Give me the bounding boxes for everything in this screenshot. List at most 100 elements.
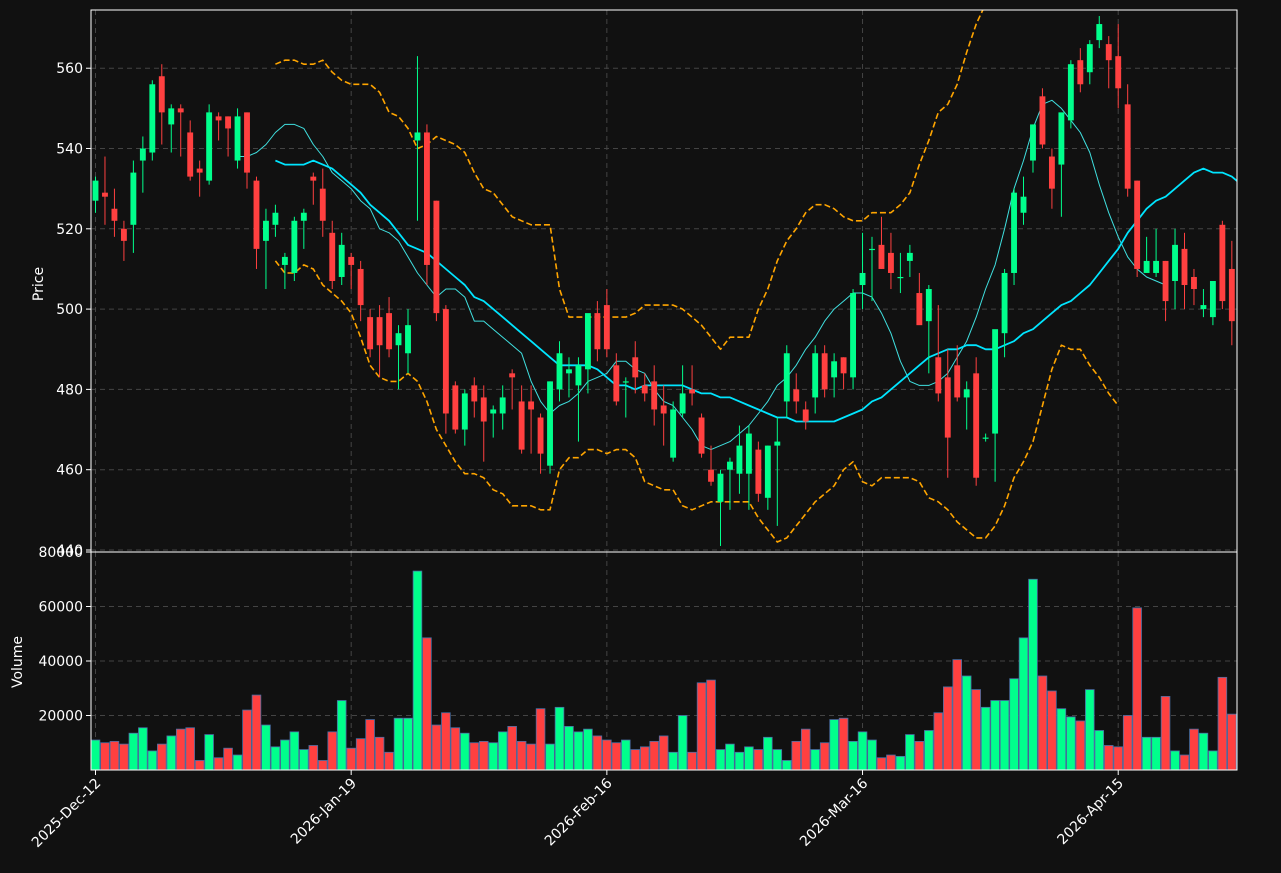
volume-bar — [469, 742, 480, 770]
candle-body — [215, 116, 222, 121]
candle-body — [575, 365, 582, 386]
volume-bar — [1189, 728, 1199, 770]
volume-bar — [431, 724, 442, 770]
volume-bar — [270, 746, 281, 770]
candle-body — [1020, 196, 1027, 213]
candle-body — [1039, 96, 1046, 145]
candle-body — [556, 353, 563, 390]
volume-axis-title: Volume — [10, 636, 26, 688]
candle-body — [1134, 180, 1141, 269]
volume-bar — [175, 728, 186, 770]
candle-body — [1067, 64, 1074, 121]
candle-body — [263, 220, 269, 241]
volume-tick-label: 60000 — [38, 600, 83, 616]
candle-body — [281, 256, 288, 265]
volume-bar — [308, 745, 319, 770]
volume-bar — [100, 742, 110, 770]
volume-bar — [280, 739, 290, 770]
volume-bar — [905, 734, 915, 770]
candle-body — [442, 309, 449, 414]
volume-bar — [857, 731, 868, 770]
volume-bar — [460, 732, 470, 770]
candle-body — [139, 148, 146, 161]
candle-body — [1011, 192, 1017, 273]
volume-bar — [1047, 690, 1057, 770]
volume-bar — [251, 694, 262, 770]
volume-bar — [924, 730, 934, 770]
candle-body — [423, 132, 430, 265]
candle-body — [613, 365, 620, 402]
candle-body — [518, 401, 525, 450]
volume-bar — [914, 740, 925, 770]
candle-body — [632, 357, 639, 378]
volume-bar — [1075, 720, 1086, 770]
volume-bar — [782, 760, 792, 770]
candle-body — [272, 212, 279, 225]
candle-body — [982, 437, 989, 439]
volume-bar — [639, 746, 650, 770]
volume-bar — [450, 727, 461, 770]
candle-body — [1086, 44, 1093, 73]
volume-bar — [535, 708, 546, 770]
volume-bar — [128, 732, 139, 770]
volume-bar — [478, 740, 489, 770]
volume-bar — [355, 738, 366, 770]
candle-body — [414, 132, 421, 141]
candle-body — [1105, 44, 1112, 61]
candle-body — [897, 276, 904, 279]
candle-body — [1219, 224, 1226, 302]
candle-body — [736, 445, 743, 474]
volume-bar — [602, 739, 612, 770]
candle-body — [1115, 56, 1122, 89]
volume-bar — [980, 706, 991, 770]
candle-body — [1191, 276, 1197, 290]
candle-body — [992, 329, 999, 434]
volume-bar — [336, 700, 347, 770]
volume-bar — [990, 700, 1000, 770]
candle-body — [329, 232, 336, 281]
candle-body — [859, 272, 866, 286]
candle-body — [831, 361, 838, 378]
price-tick-label: 540 — [56, 142, 83, 158]
candle-body — [584, 313, 591, 370]
volume-bar — [1141, 736, 1152, 770]
candle-body — [547, 381, 553, 466]
volume-bar — [583, 728, 593, 770]
volume-bar — [848, 740, 858, 770]
candle-body — [764, 445, 771, 498]
volume-bar — [1037, 675, 1048, 770]
volume-bar — [1103, 745, 1114, 770]
candle-body — [168, 108, 175, 125]
candle-body — [357, 268, 364, 306]
candle-body — [925, 289, 932, 322]
volume-bar — [545, 743, 555, 770]
candle-body — [1124, 104, 1131, 189]
candle-body — [92, 180, 99, 201]
volume-bar — [961, 675, 972, 770]
volume-bar — [952, 659, 962, 770]
volume-bar — [753, 749, 764, 770]
candle-body — [1048, 156, 1055, 189]
volume-bar — [1085, 689, 1095, 770]
volume-bar — [744, 746, 754, 770]
volume-bar — [829, 719, 839, 770]
candle-body — [1143, 260, 1150, 273]
candle-body — [1001, 272, 1008, 334]
candle-body — [594, 313, 601, 350]
volume-tick-label: 20000 — [38, 709, 83, 725]
volume-bar — [1056, 708, 1067, 770]
volume-bar — [791, 740, 801, 770]
candle-body — [300, 212, 307, 221]
volume-bar — [384, 751, 394, 770]
candle-body — [1172, 244, 1178, 281]
volume-bar — [611, 742, 622, 770]
volume-bar — [261, 724, 271, 770]
volume-bar — [516, 740, 527, 770]
candle-body — [793, 389, 800, 402]
candle-body — [1030, 124, 1036, 161]
volume-bar — [649, 740, 659, 770]
volume-bar — [838, 717, 849, 770]
candle-body — [698, 417, 705, 454]
volume-bar — [1170, 750, 1180, 770]
candle-body — [253, 180, 260, 249]
